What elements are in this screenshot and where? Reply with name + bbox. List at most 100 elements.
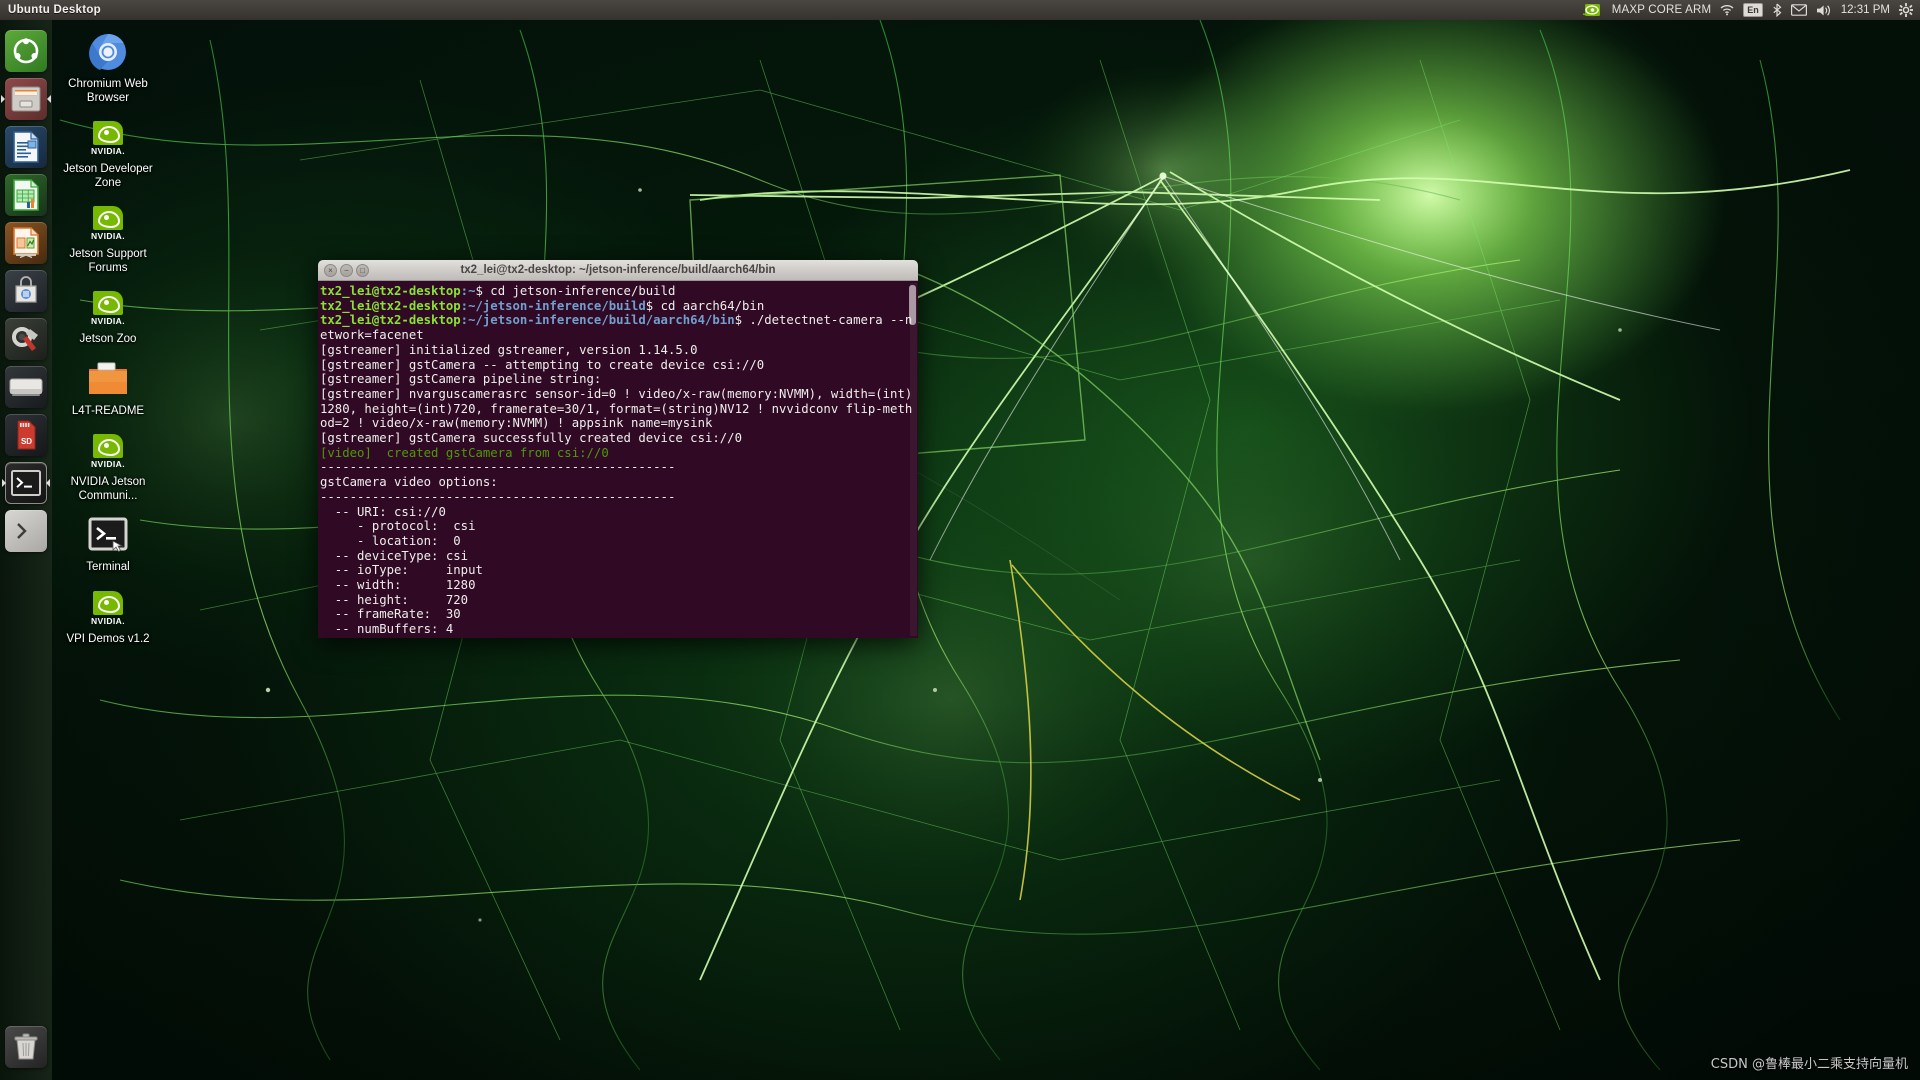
- mail-icon[interactable]: [1790, 4, 1807, 16]
- volume-icon[interactable]: [1816, 4, 1832, 17]
- terminal-line: 1280, height=(int)720, framerate=30/1, f…: [320, 402, 913, 417]
- terminal-prompt-path: :~/jetson-inference/build: [460, 298, 646, 313]
- desktop-icon-terminal[interactable]: Terminal: [60, 511, 156, 575]
- desktop-icon-label: Jetson Zoo: [79, 333, 137, 345]
- terminal-line: [gstreamer] gstCamera successfully creat…: [320, 431, 913, 446]
- desktop-icon-label: Chromium Web Browser: [68, 78, 148, 104]
- terminal-scrollbar[interactable]: [909, 283, 917, 636]
- mail-glyph: [1790, 4, 1807, 16]
- desktop-icon-label: Terminal: [86, 561, 130, 573]
- sidebar-item-ubuntu-dash[interactable]: [5, 30, 47, 72]
- minimize-button[interactable]: −: [340, 263, 353, 277]
- terminal-output-line: -- deviceType: csi: [320, 548, 469, 563]
- launcher-bottom: [0, 1022, 52, 1074]
- desktop-icon-grid: Chromium Web Browser NVIDIA. Jetson Deve…: [60, 28, 156, 654]
- desktop-icon-jetson-zoo[interactable]: NVIDIA. Jetson Zoo: [60, 283, 156, 347]
- libreoffice-writer-icon: [13, 131, 39, 163]
- wallpaper-graphic: [40, 0, 1851, 1071]
- terminal-line: etwork=facenet: [320, 328, 913, 343]
- terminal-line: -- height: 720: [320, 593, 913, 608]
- desktop-icon-label: Jetson Support Forums: [69, 248, 147, 274]
- terminal-prompt-user: tx2_lei@tx2-desktop: [320, 298, 461, 313]
- terminal-window[interactable]: × − □ tx2_lei@tx2-desktop: ~/jetson-infe…: [318, 260, 918, 638]
- terminal-prompt-path: :~: [460, 284, 476, 298]
- sidebar-item-libreoffice-impress[interactable]: [5, 222, 47, 264]
- close-button[interactable]: ×: [324, 263, 337, 277]
- nvidia-icon: NVIDIA.: [84, 583, 132, 631]
- nvidia-icon: NVIDIA.: [84, 426, 132, 474]
- terminal-line: [gstreamer] gstCamera -- attempting to c…: [320, 358, 913, 373]
- terminal-command: $ cd aarch64/bin: [645, 298, 765, 313]
- terminal-prompt-user: tx2_lei@tx2-desktop: [320, 313, 461, 328]
- ubuntu-software-icon: [15, 276, 37, 303]
- chromium-icon: [84, 28, 132, 76]
- terminal-output-line: -- frameRate: 30: [320, 607, 461, 622]
- terminal-line: -- URI: csi://0: [320, 505, 913, 520]
- terminal-output-line: -- URI: csi://0: [320, 504, 446, 519]
- trash-icon: [14, 1033, 38, 1060]
- terminal-titlebar[interactable]: × − □ tx2_lei@tx2-desktop: ~/jetson-infe…: [318, 260, 918, 281]
- terminal-line: [gstreamer] initialized gstreamer, versi…: [320, 343, 913, 358]
- terminal-output: tx2_lei@tx2-desktop:~$ cd jetson-inferen…: [320, 284, 913, 637]
- terminal-output-line: - location: 0: [320, 533, 461, 548]
- terminal-line: [gstreamer] nvarguscamerasrc sensor-id=0…: [320, 387, 913, 402]
- libreoffice-calc-icon: [13, 179, 39, 211]
- terminal-line: -- deviceType: csi: [320, 549, 913, 564]
- terminal-line: tx2_lei@tx2-desktop:~$ cd jetson-inferen…: [320, 284, 913, 299]
- unity-launcher: SD: [0, 20, 52, 1080]
- svg-text:SD: SD: [21, 437, 32, 446]
- terminal-prompt-user: tx2_lei@tx2-desktop: [320, 284, 461, 298]
- bluetooth-icon[interactable]: [1772, 3, 1782, 17]
- sidebar-item-ubuntu-software[interactable]: [5, 270, 47, 312]
- terminal-output-line: -- ioType: input: [320, 563, 483, 578]
- maximize-button[interactable]: □: [356, 263, 369, 277]
- terminal-icon: [11, 470, 41, 496]
- sidebar-item-sd-card[interactable]: SD: [5, 414, 47, 456]
- terminal-line: - location: 0: [320, 534, 913, 549]
- nvidia-eye-icon[interactable]: [1581, 3, 1603, 17]
- terminal-line: [video] created gstCamera from csi://0: [320, 446, 913, 461]
- sidebar-item-amazon[interactable]: [5, 510, 47, 552]
- sidebar-item-terminal[interactable]: [5, 462, 47, 504]
- desktop-icon-jetson-support-forums[interactable]: NVIDIA. Jetson Support Forums: [60, 198, 156, 275]
- terminal-icon: [84, 511, 132, 559]
- panel-title[interactable]: Ubuntu Desktop: [0, 4, 101, 16]
- terminal-body[interactable]: tx2_lei@tx2-desktop:~$ cd jetson-inferen…: [318, 281, 918, 638]
- sidebar-item-libreoffice-writer[interactable]: [5, 126, 47, 168]
- gear-icon[interactable]: [1899, 3, 1913, 17]
- desktop-icon-vpi-demos[interactable]: NVIDIA. VPI Demos v1.2: [60, 583, 156, 647]
- gear-glyph: [1899, 3, 1913, 17]
- sidebar-item-libreoffice-calc[interactable]: [5, 174, 47, 216]
- wifi-icon[interactable]: [1720, 4, 1734, 16]
- terminal-output-line: etwork=facenet: [320, 328, 424, 343]
- nvidia-icon: NVIDIA.: [84, 198, 132, 246]
- ubuntu-dash-icon: [13, 38, 39, 64]
- terminal-output-line: [gstreamer] gstCamera successfully creat…: [320, 431, 742, 446]
- sidebar-item-files[interactable]: [5, 78, 47, 120]
- desktop-icon-label: L4T-README: [71, 404, 145, 417]
- terminal-output-line: ----------------------------------------…: [320, 460, 676, 475]
- terminal-output-line: [gstreamer] gstCamera pipeline string:: [320, 372, 602, 387]
- tray-label[interactable]: MAXP CORE ARM: [1612, 4, 1712, 16]
- terminal-status-line: [video] created gstCamera from csi://0: [320, 445, 609, 460]
- terminal-line: - protocol: csi: [320, 519, 913, 534]
- terminal-line: [gstreamer] gstCamera pipeline string:: [320, 372, 913, 387]
- clock[interactable]: 12:31 PM: [1841, 4, 1890, 16]
- sidebar-item-disk-drive[interactable]: [5, 366, 47, 408]
- terminal-line: tx2_lei@tx2-desktop:~/jetson-inference/b…: [320, 313, 913, 328]
- terminal-scrollbar-thumb[interactable]: [909, 285, 916, 325]
- desktop-icon-l4t-readme[interactable]: L4T-README: [60, 355, 156, 419]
- system-settings-icon: [12, 327, 38, 351]
- disk-drive-icon: [9, 378, 43, 396]
- amazon-icon: [17, 523, 27, 539]
- keyboard-layout-indicator[interactable]: En: [1743, 3, 1763, 17]
- terminal-line: ----------------------------------------…: [320, 460, 913, 475]
- desktop-icon-nvidia-jetson-community[interactable]: NVIDIA. NVIDIA Jetson Communi...: [60, 426, 156, 503]
- sidebar-item-trash[interactable]: [5, 1026, 47, 1068]
- desktop-icon-chromium[interactable]: Chromium Web Browser: [60, 28, 156, 105]
- terminal-line: tx2_lei@tx2-desktop:~/jetson-inference/b…: [320, 299, 913, 314]
- terminal-output-line: -- numBuffers: 4: [320, 622, 454, 637]
- desktop-icon-jetson-developer-zone[interactable]: NVIDIA. Jetson Developer Zone: [60, 113, 156, 190]
- terminal-output-line: gstCamera video options:: [320, 475, 498, 490]
- sidebar-item-system-settings[interactable]: [5, 318, 47, 360]
